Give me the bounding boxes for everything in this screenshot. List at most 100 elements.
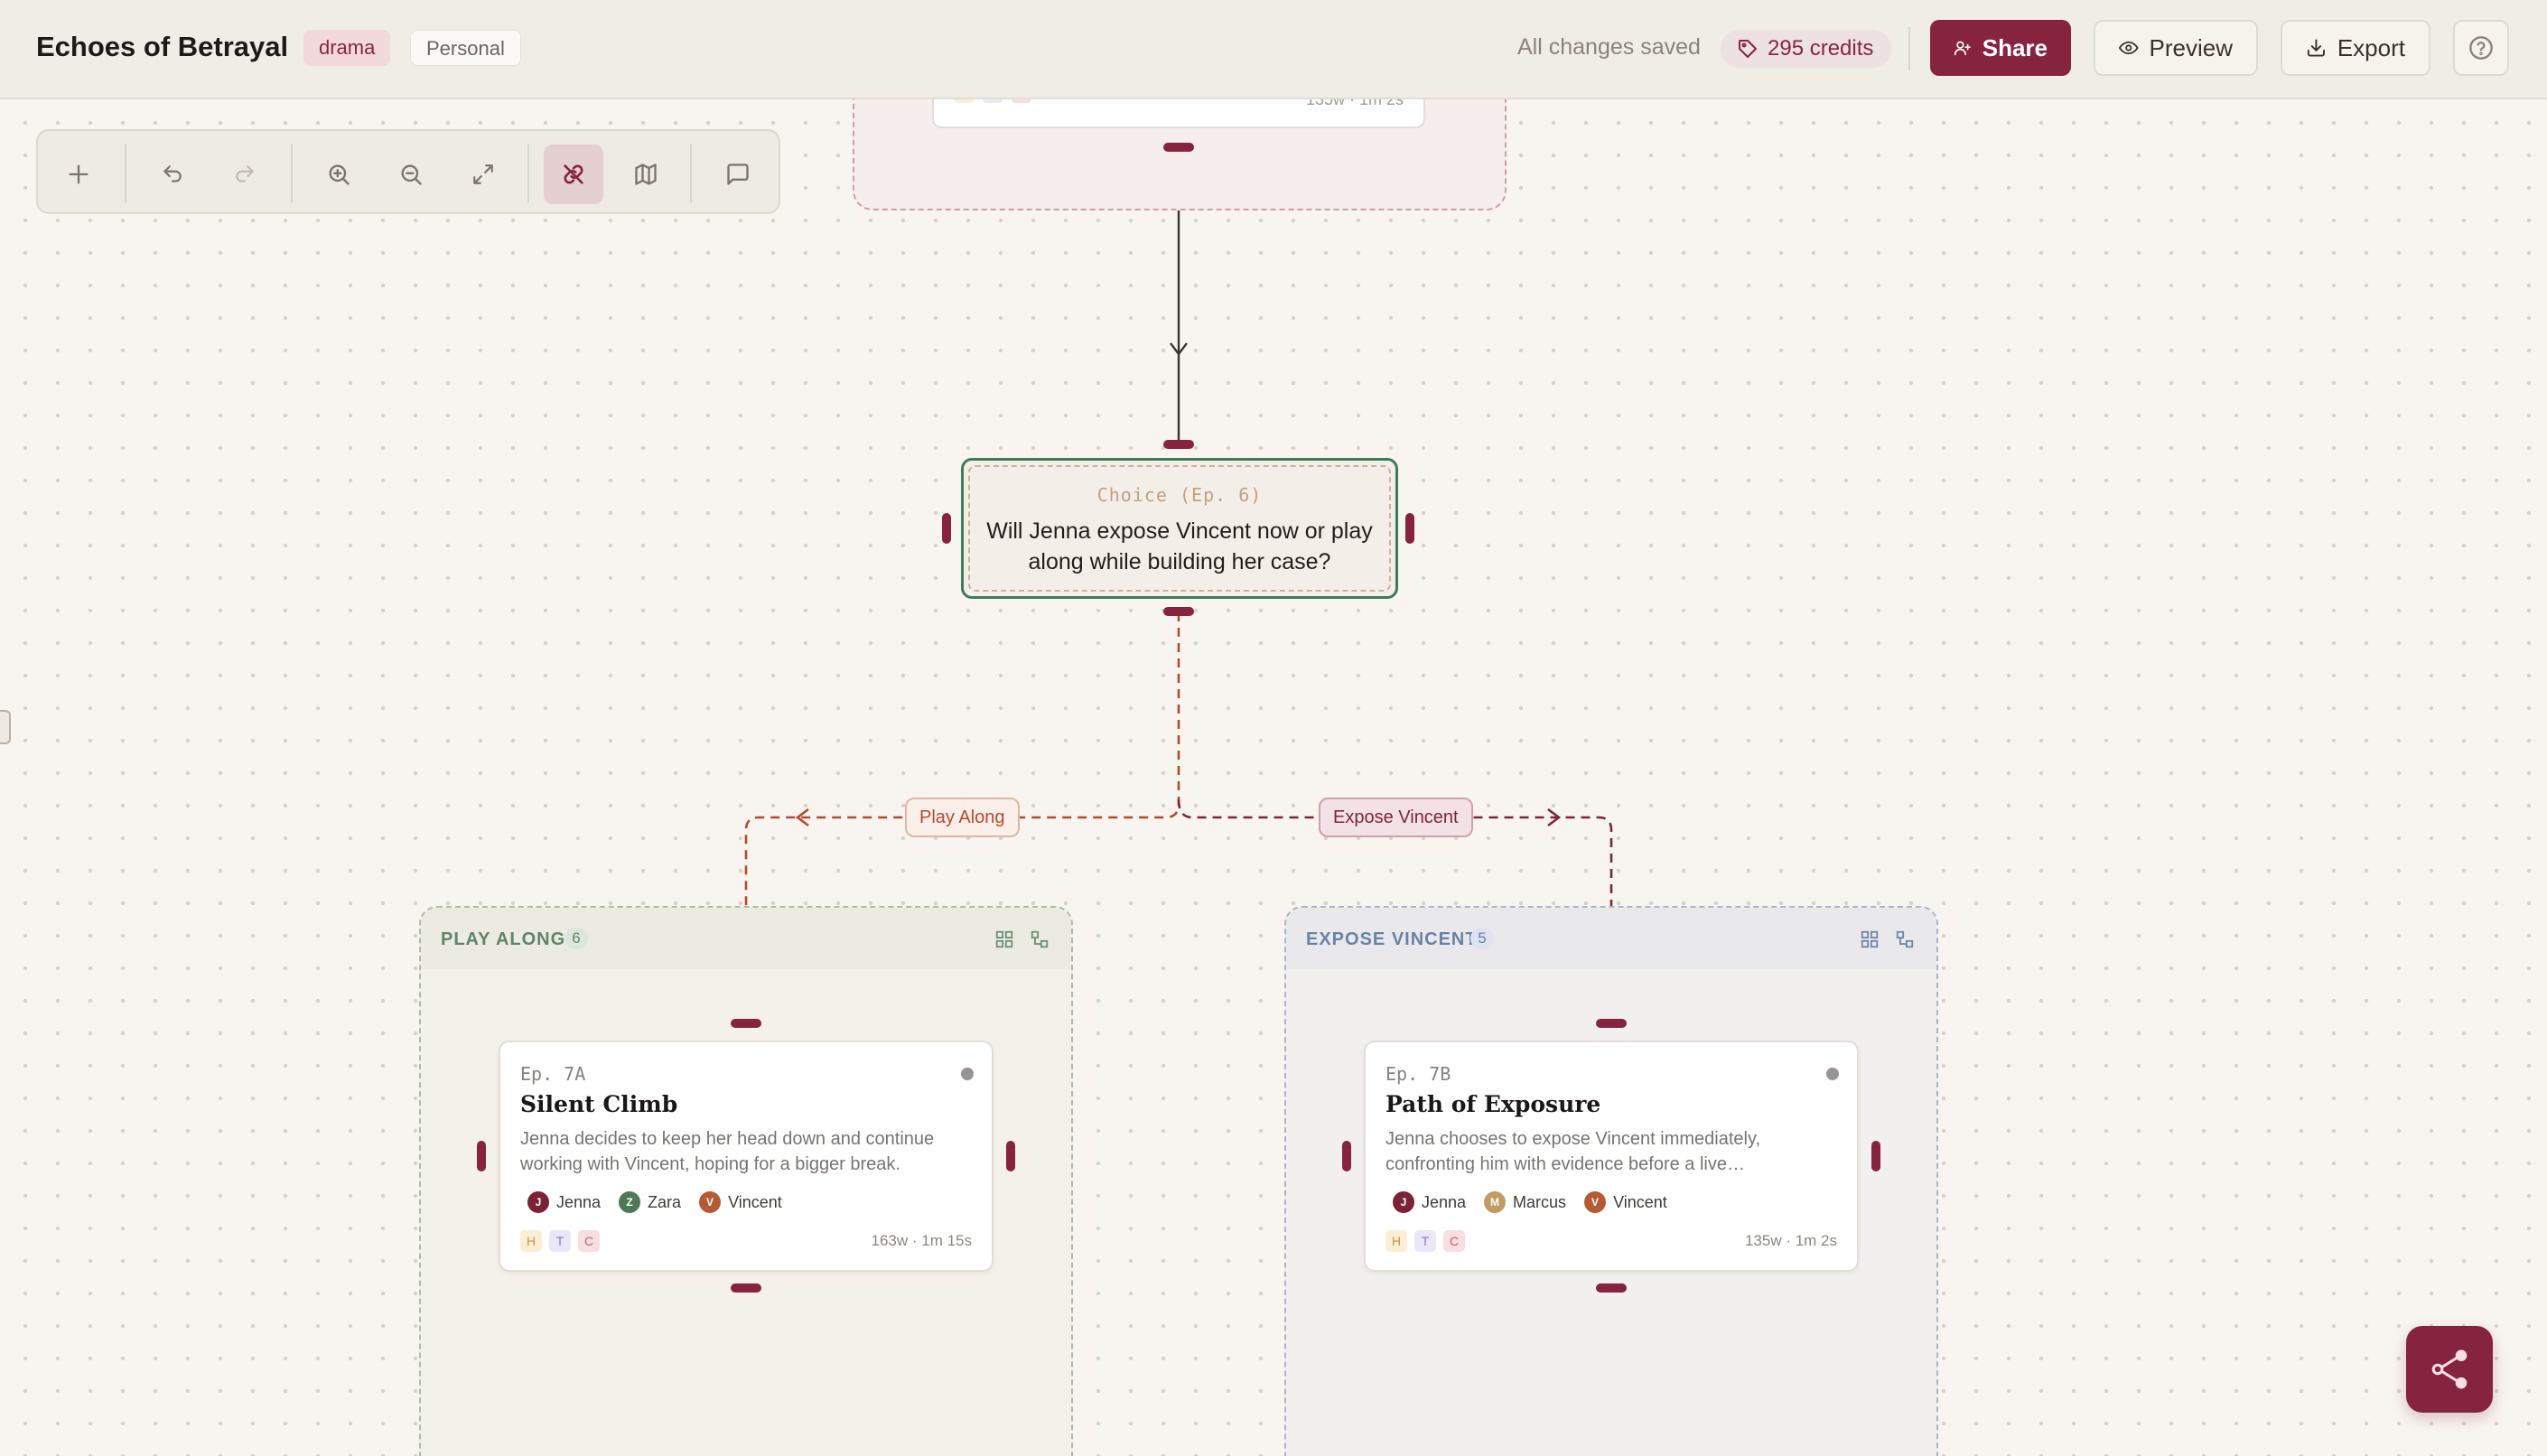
connection-handle[interactable] (477, 1141, 486, 1171)
top-bar: Echoes of Betrayal drama Personal All ch… (0, 0, 2547, 99)
character-name: Marcus (1513, 1192, 1567, 1211)
edge-label-play-along[interactable]: Play Along (905, 798, 1020, 837)
avatar: Z (619, 1191, 641, 1213)
share-button[interactable]: Share (1930, 20, 2071, 76)
group-count-badge: 5 (1470, 928, 1494, 949)
connection-handle[interactable] (1163, 607, 1194, 616)
credits-label: 295 credits (1768, 36, 1874, 61)
undo-button[interactable] (143, 145, 202, 204)
episode-meta: 135w · 1m 2s (1744, 1232, 1837, 1249)
connections-layer (737, 147, 1620, 1452)
zoom-out-icon (401, 164, 422, 185)
avatar: J (527, 1191, 549, 1213)
add-node-button[interactable] (49, 145, 108, 204)
undo-icon (163, 165, 182, 182)
tag-c[interactable]: C (1443, 1230, 1465, 1252)
connection-handle[interactable] (1163, 143, 1194, 152)
header-divider (1908, 27, 1910, 70)
character-chip[interactable]: V Vincent (1584, 1191, 1667, 1213)
character-list: J Jenna M Marcus V Vincent (1393, 1191, 1667, 1213)
connection-handle[interactable] (731, 1283, 761, 1293)
eye-icon (2119, 41, 2139, 55)
episode-card-7a[interactable]: Ep. 7A Silent Climb Jenna decides to kee… (499, 1041, 994, 1272)
connection-handle[interactable] (1006, 1141, 1015, 1171)
character-chip[interactable]: J Jenna (1393, 1191, 1466, 1213)
group-header: EXPOSE VINCENT 5 (1286, 908, 1936, 969)
group-header: PLAY ALONG 6 (421, 908, 1071, 969)
character-name: Jenna (556, 1192, 602, 1211)
zoom-in-icon (329, 164, 350, 185)
character-chip[interactable]: M Marcus (1484, 1191, 1566, 1213)
toolbar-divider (291, 144, 293, 203)
connection-handle[interactable] (1596, 1283, 1627, 1293)
avatar: M (1484, 1191, 1507, 1213)
episode-card-7b[interactable]: Ep. 7B Path of Exposure Jenna chooses to… (1364, 1041, 1859, 1272)
episode-description: Jenna decides to keep her head down and … (520, 1129, 935, 1174)
download-icon (2307, 39, 2325, 57)
tag-c[interactable]: C (578, 1230, 600, 1252)
character-name: Zara (648, 1192, 682, 1211)
episode-number: Ep. 7A (520, 1063, 586, 1085)
share-nodes-icon (2431, 1349, 2468, 1389)
connection-handle[interactable] (1163, 440, 1194, 449)
grid-icon[interactable] (1860, 929, 1880, 949)
edge-label-expose-vincent[interactable]: Expose Vincent (1319, 798, 1473, 837)
zoom-out-button[interactable] (381, 145, 441, 204)
tag-icon (1739, 40, 1757, 58)
character-name: Vincent (728, 1192, 782, 1211)
toolbar-divider (125, 144, 126, 203)
connection-handle[interactable] (942, 513, 951, 544)
connection-handle[interactable] (1342, 1141, 1351, 1171)
avatar: J (1393, 1191, 1414, 1213)
character-chip[interactable]: V Vincent (699, 1191, 782, 1213)
character-chip[interactable]: J Jenna (527, 1191, 601, 1213)
save-status: All changes saved (1517, 34, 1701, 60)
credits-badge[interactable]: 295 credits (1721, 30, 1892, 68)
character-chip[interactable]: Z Zara (619, 1191, 681, 1213)
project-title: Echoes of Betrayal (36, 31, 289, 62)
plus-icon (69, 164, 89, 184)
scope-tag[interactable]: Personal (410, 30, 521, 66)
maximize-icon (473, 164, 493, 184)
episode-description: Jenna chooses to expose Vincent immediat… (1385, 1129, 1761, 1174)
share-graph-button[interactable] (2406, 1326, 2493, 1413)
tag-h[interactable]: H (1385, 1230, 1407, 1252)
export-button[interactable]: Export (2281, 20, 2430, 76)
tag-t[interactable]: T (1414, 1230, 1436, 1252)
side-panel-toggle[interactable] (0, 710, 11, 744)
map-icon (635, 163, 657, 185)
connection-handle[interactable] (1871, 1141, 1880, 1171)
avatar: V (1584, 1191, 1607, 1213)
comment-button[interactable] (708, 145, 768, 204)
choice-label: Choice (Ep. 6) (1096, 484, 1263, 506)
help-button[interactable] (2453, 20, 2509, 76)
genre-tag[interactable]: drama (303, 30, 391, 66)
tag-h[interactable]: H (520, 1230, 542, 1252)
preview-button[interactable]: Preview (2094, 20, 2258, 76)
map-view-button[interactable] (616, 145, 676, 204)
zoom-in-button[interactable] (309, 145, 369, 204)
status-dot (1826, 1068, 1839, 1080)
redo-button[interactable] (215, 145, 275, 204)
toolbar-divider (690, 144, 692, 203)
tag-list: H T C (1385, 1230, 1465, 1252)
connection-handle[interactable] (731, 1019, 761, 1028)
tag-t[interactable]: T (549, 1230, 571, 1252)
branch-icon[interactable] (1895, 929, 1915, 949)
auto-connect-button[interactable] (544, 145, 603, 204)
episode-meta: 163w · 1m 15s (871, 1232, 973, 1249)
group-title: EXPOSE VINCENT (1306, 929, 1478, 949)
branch-icon[interactable] (1030, 929, 1050, 949)
episode-title: Silent Climb (520, 1091, 678, 1117)
help-icon (2469, 36, 2493, 60)
grid-icon[interactable] (994, 929, 1014, 949)
fit-view-button[interactable] (453, 145, 513, 204)
connection-handle[interactable] (1596, 1019, 1627, 1028)
preview-label: Preview (2149, 33, 2233, 61)
character-name: Vincent (1613, 1192, 1667, 1211)
character-list: J Jenna Z Zara V Vincent (527, 1191, 782, 1213)
link-icon (564, 164, 583, 184)
connection-handle[interactable] (1405, 513, 1414, 544)
choice-node[interactable]: Choice (Ep. 6) Will Jenna expose Vincent… (961, 458, 1398, 599)
toolbar-divider (527, 144, 529, 203)
